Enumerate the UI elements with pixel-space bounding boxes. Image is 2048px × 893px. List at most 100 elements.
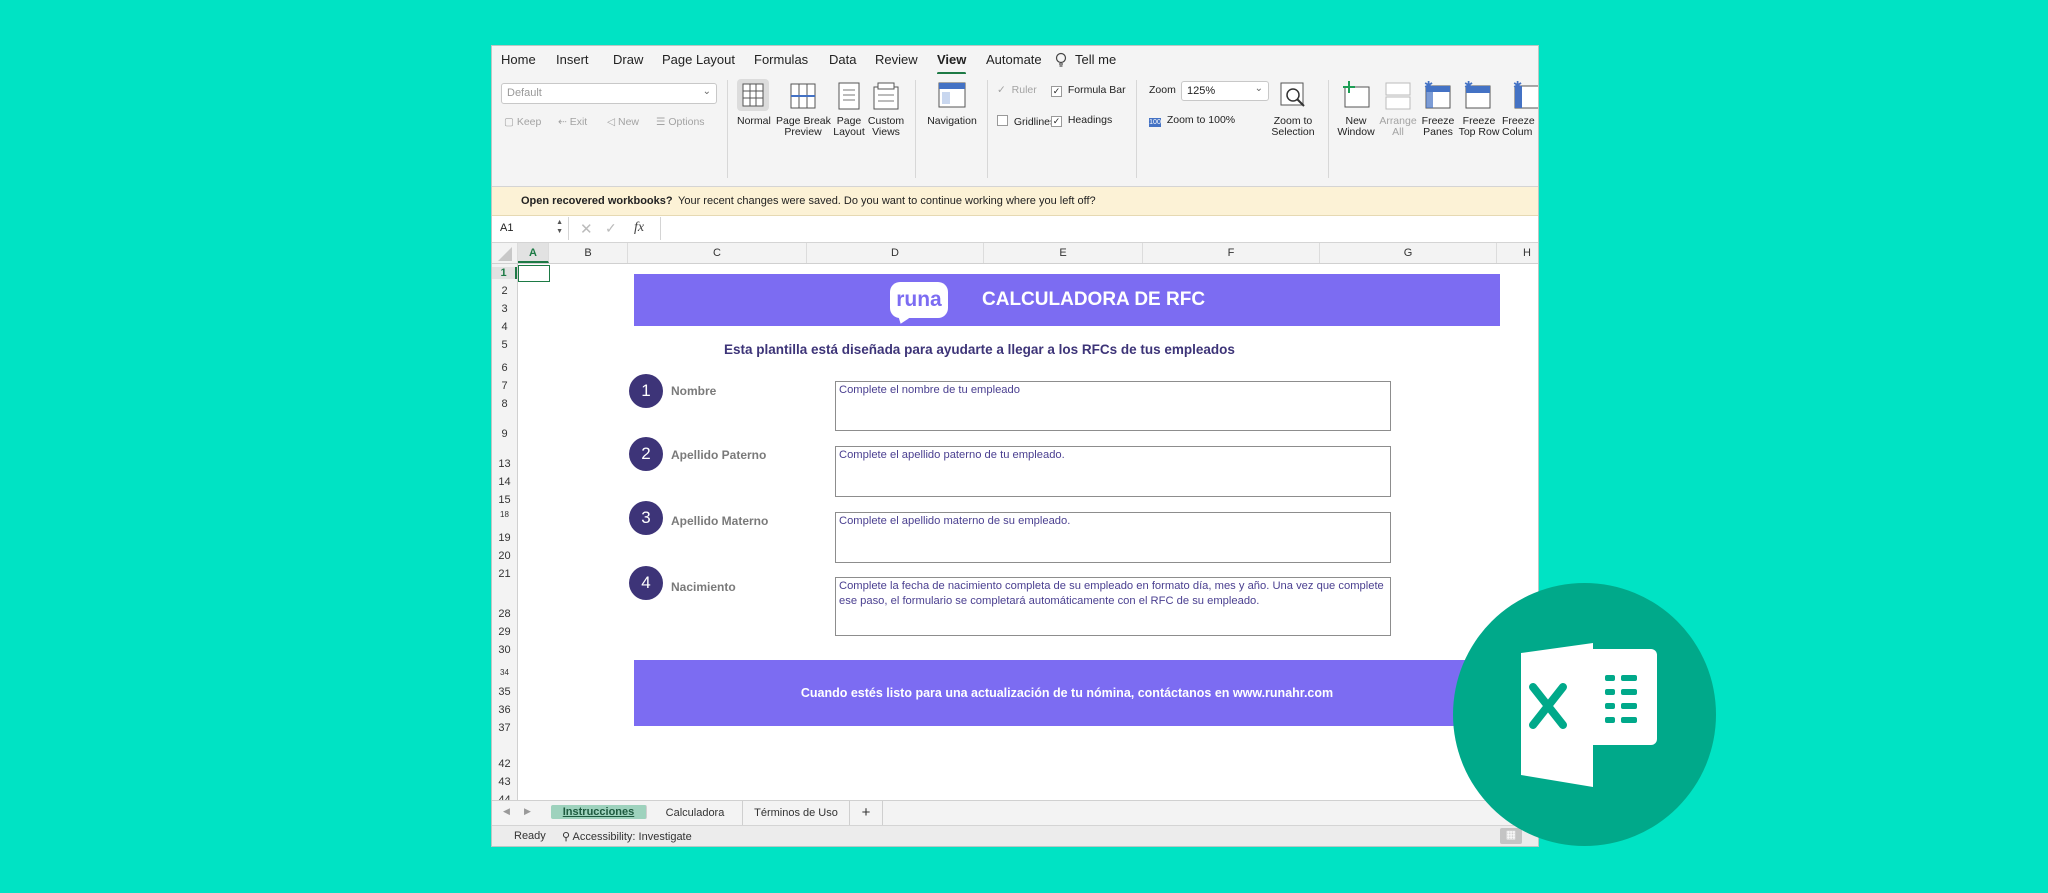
- enter-icon: ✓: [605, 220, 617, 236]
- column-header[interactable]: B: [549, 243, 628, 263]
- row-header[interactable]: 15: [492, 494, 517, 506]
- options-button[interactable]: ☰ Options: [656, 117, 705, 128]
- menu-draw[interactable]: Draw: [613, 52, 643, 67]
- row-header[interactable]: 3: [492, 303, 517, 315]
- column-header[interactable]: A: [518, 243, 549, 263]
- menu-data[interactable]: Data: [829, 52, 856, 67]
- sheet-view-select[interactable]: Default ⌄: [501, 83, 717, 104]
- row-header[interactable]: 1: [492, 267, 517, 279]
- navigation-icon[interactable]: [938, 82, 966, 108]
- tab-calculadora[interactable]: Calculadora: [648, 801, 743, 825]
- column-header[interactable]: C: [628, 243, 807, 263]
- menu-home[interactable]: Home: [501, 52, 536, 67]
- zoom-100-button[interactable]: 100 Zoom to 100%: [1149, 115, 1235, 127]
- row-header[interactable]: 30: [492, 644, 517, 656]
- scroll-right-icon[interactable]: ▶: [524, 806, 531, 817]
- row-header[interactable]: 13: [492, 458, 517, 470]
- exit-button[interactable]: ⇠ Exit: [558, 117, 587, 128]
- freeze-top-row-icon[interactable]: ✱: [1464, 80, 1492, 110]
- row-header[interactable]: 4: [492, 321, 517, 333]
- menu-insert[interactable]: Insert: [556, 52, 589, 67]
- selected-cell-a1[interactable]: [518, 265, 550, 282]
- step-number: 3: [629, 501, 663, 535]
- row-header[interactable]: 37: [492, 722, 517, 734]
- menu-view[interactable]: View: [937, 52, 967, 75]
- status-ready: Ready: [514, 830, 546, 842]
- row-header[interactable]: 34: [492, 668, 517, 677]
- status-bar: Ready ⚲ Accessibility: Investigate ▦: [492, 825, 1538, 846]
- column-header[interactable]: G: [1320, 243, 1497, 263]
- step-label: Nacimiento: [671, 580, 736, 594]
- row-header[interactable]: 21: [492, 568, 517, 580]
- arrange-all-icon: [1385, 82, 1411, 110]
- row-header[interactable]: 5: [492, 339, 517, 351]
- select-all-corner[interactable]: [492, 243, 518, 263]
- page-layout-label: Page Layout: [833, 115, 865, 138]
- step-number: 2: [629, 437, 663, 471]
- new-window-icon[interactable]: [1342, 81, 1370, 109]
- row-header[interactable]: 35: [492, 686, 517, 698]
- formula-bar: A1 ▲ ▼ ✕ ✓ fx: [492, 216, 1538, 243]
- excel-icon: [1521, 643, 1657, 787]
- row-header[interactable]: 43: [492, 776, 517, 788]
- row-header[interactable]: 8: [492, 398, 517, 410]
- tell-me[interactable]: Tell me: [1075, 52, 1116, 67]
- chevron-down-icon: ⌄: [1254, 83, 1263, 94]
- row-header[interactable]: 7: [492, 380, 517, 392]
- keep-button[interactable]: ▢ Keep: [504, 117, 541, 128]
- new-view-button[interactable]: ◁ New: [607, 117, 639, 128]
- row-header[interactable]: 6: [492, 362, 517, 374]
- gridlines-checkbox[interactable]: Gridlines: [997, 115, 1055, 128]
- freeze-panes-label: Freeze Panes: [1421, 115, 1455, 138]
- zoom-to-selection-icon[interactable]: [1280, 82, 1306, 108]
- zoom-select[interactable]: 125% ⌄: [1181, 81, 1269, 101]
- formula-bar-checkbox[interactable]: ✓ Formula Bar: [1051, 85, 1126, 97]
- freeze-first-column-label: Freeze FColum: [1502, 115, 1538, 138]
- row-header[interactable]: 14: [492, 476, 517, 488]
- menu-automate[interactable]: Automate: [986, 52, 1042, 67]
- menu-formulas[interactable]: Formulas: [754, 52, 808, 67]
- row-header[interactable]: 36: [492, 704, 517, 716]
- column-header[interactable]: E: [984, 243, 1143, 263]
- column-header[interactable]: F: [1143, 243, 1320, 263]
- step-input-box[interactable]: Complete el apellido paterno de tu emple…: [835, 446, 1391, 497]
- tab-instrucciones[interactable]: Instrucciones: [551, 805, 647, 819]
- name-box[interactable]: A1 ▲ ▼: [492, 217, 569, 240]
- page-break-preview-icon[interactable]: [790, 83, 816, 109]
- step-input-box[interactable]: Complete el apellido materno de su emple…: [835, 512, 1391, 563]
- accessibility-button[interactable]: ⚲ Accessibility: Investigate: [562, 830, 692, 843]
- freeze-first-column-icon[interactable]: ✱: [1513, 80, 1538, 110]
- row-header[interactable]: 28: [492, 608, 517, 620]
- sheet-tab-bar: ◀ ▶ Instrucciones Calculadora Términos d…: [492, 800, 1538, 826]
- add-sheet-button[interactable]: +: [850, 801, 883, 825]
- row-header[interactable]: 20: [492, 550, 517, 562]
- row-header[interactable]: 19: [492, 532, 517, 544]
- row-header[interactable]: 18: [492, 510, 517, 519]
- footer-banner: Cuando estés listo para una actualizació…: [634, 660, 1500, 726]
- formula-input[interactable]: [660, 217, 1538, 240]
- notification-title: Open recovered workbooks?: [521, 195, 673, 207]
- custom-views-icon[interactable]: [873, 82, 899, 110]
- row-header[interactable]: 2: [492, 285, 517, 297]
- stepper-icon: ▲ ▼: [556, 219, 563, 235]
- row-header[interactable]: 29: [492, 626, 517, 638]
- step-input-box[interactable]: Complete la fecha de nacimiento completa…: [835, 577, 1391, 636]
- recovered-workbooks-bar[interactable]: Open recovered workbooks? Your recent ch…: [492, 187, 1538, 216]
- row-header[interactable]: 9: [492, 428, 517, 440]
- row-header[interactable]: 42: [492, 758, 517, 770]
- chevron-down-icon: ⌄: [702, 86, 711, 97]
- sheet-grid[interactable]: runa CALCULADORA DE RFC Esta plantilla e…: [518, 264, 1538, 846]
- tab-terminos-de-uso[interactable]: Términos de Uso: [743, 801, 850, 825]
- scroll-left-icon[interactable]: ◀: [503, 806, 510, 817]
- page-layout-icon[interactable]: [838, 82, 860, 110]
- menu-review[interactable]: Review: [875, 52, 918, 67]
- headings-checkbox[interactable]: ✓ Headings: [1051, 115, 1112, 127]
- runa-logo: runa: [890, 282, 948, 318]
- freeze-panes-icon[interactable]: ✱: [1424, 80, 1452, 110]
- menu-page-layout[interactable]: Page Layout: [662, 52, 735, 67]
- column-header[interactable]: H: [1497, 243, 1538, 263]
- ruler-checkbox[interactable]: ✓ Ruler: [997, 85, 1037, 96]
- step-input-box[interactable]: Complete el nombre de tu empleado: [835, 381, 1391, 431]
- column-header[interactable]: D: [807, 243, 984, 263]
- insert-function-button[interactable]: fx: [634, 220, 644, 236]
